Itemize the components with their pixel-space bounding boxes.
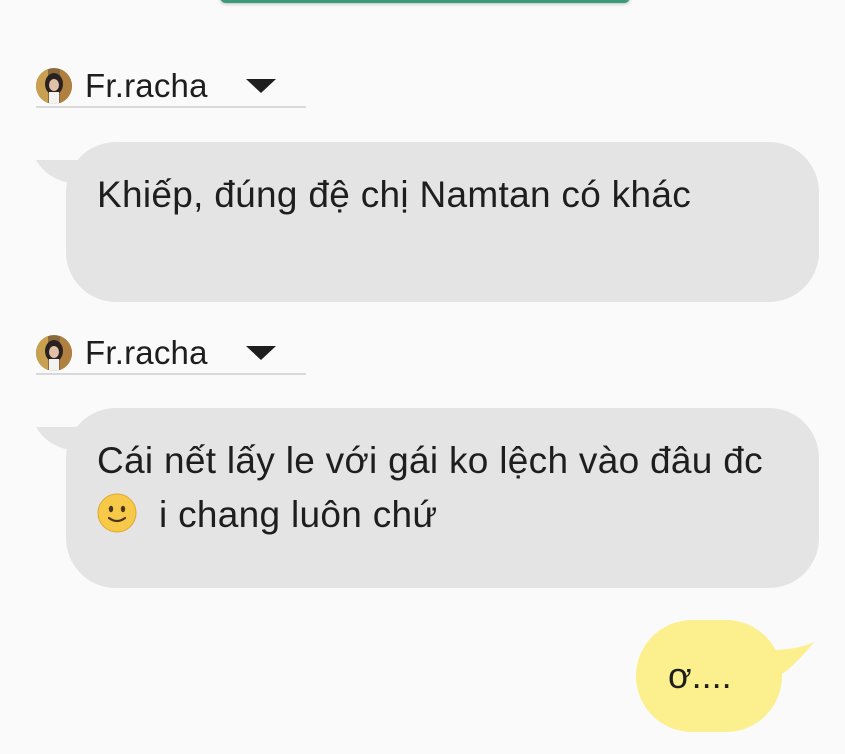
chevron-down-icon[interactable] [245, 79, 276, 93]
chevron-down-icon[interactable] [245, 346, 276, 360]
slightly-smiling-face-icon [97, 493, 137, 533]
message-text: ơ.... [668, 655, 732, 696]
sender-name: Fr.racha [85, 334, 208, 371]
message-text: Cái nết lấy le với gái ko lệch vào đâu đ… [97, 440, 763, 481]
sender-selector[interactable]: Fr.racha [36, 333, 306, 375]
message-text: Khiếp, đúng đệ chị Namtan có khác [97, 174, 692, 215]
avatar[interactable] [36, 68, 72, 104]
message-text: i chang luôn chứ [159, 494, 438, 535]
sender-selector[interactable]: Fr.racha [36, 66, 306, 108]
sender-name: Fr.racha [85, 67, 208, 104]
incoming-message-bubble[interactable]: Cái nết lấy le với gái ko lệch vào đâu đ… [66, 408, 819, 588]
outgoing-message-bubble[interactable]: ơ.... [636, 620, 782, 732]
avatar[interactable] [36, 335, 72, 371]
incoming-message-bubble[interactable]: Khiếp, đúng đệ chị Namtan có khác [66, 142, 819, 302]
top-toolbar-edge [220, 0, 630, 3]
chat-view: Fr.racha Khiếp, đúng đệ chị Namtan có kh… [0, 0, 845, 754]
